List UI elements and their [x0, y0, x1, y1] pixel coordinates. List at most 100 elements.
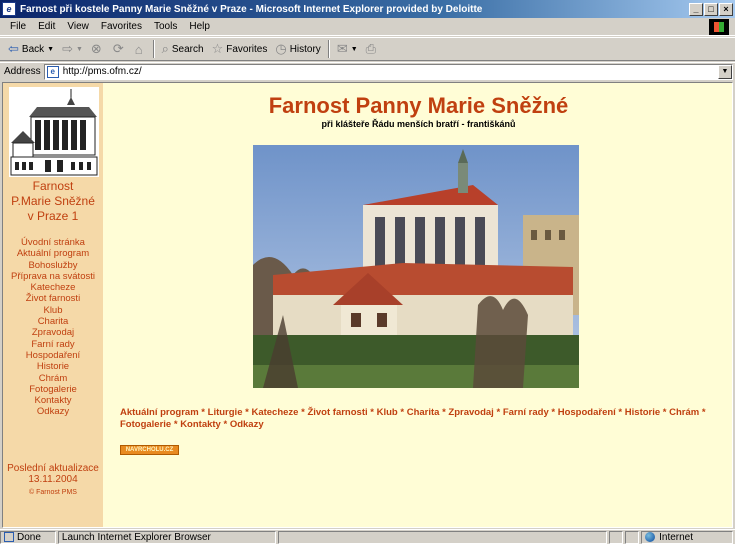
- window-controls: _ □ ×: [689, 2, 733, 16]
- toolbar-separator: [152, 40, 155, 58]
- address-dropdown-icon[interactable]: ▼: [718, 64, 732, 79]
- back-button[interactable]: ⇦ Back ▼: [4, 39, 58, 59]
- forward-button[interactable]: ⇨ ▼: [58, 39, 87, 59]
- parish-name-line: v Praze 1: [27, 209, 79, 223]
- sidebar: Farnost P.Marie Sněžné v Praze 1 Úvodní …: [3, 83, 103, 527]
- address-url: http://pms.ofm.cz/: [62, 66, 142, 77]
- menu-help[interactable]: Help: [183, 21, 216, 32]
- back-label: Back: [21, 43, 45, 55]
- minimize-button[interactable]: _: [689, 2, 703, 16]
- favorites-icon: ☆: [211, 41, 224, 56]
- bottom-link-zpravodaj[interactable]: Zpravodaj: [448, 407, 493, 418]
- nav-link-kontakty[interactable]: Kontakty: [3, 395, 103, 406]
- close-button[interactable]: ×: [719, 2, 733, 16]
- page-subtitle: při klášteře Řádu menších bratří - frant…: [321, 119, 516, 129]
- print-icon: ⎙: [365, 41, 377, 56]
- nav-link-chram[interactable]: Chrám: [3, 373, 103, 384]
- bottom-link-katecheze[interactable]: Katecheze: [251, 407, 298, 418]
- page-done-icon: [4, 532, 14, 542]
- bottom-link-klub[interactable]: Klub: [377, 407, 398, 418]
- maximize-button[interactable]: □: [704, 2, 718, 16]
- bottom-link-charita[interactable]: Charita: [407, 407, 440, 418]
- bottom-link-hospodareni[interactable]: Hospodaření: [558, 407, 616, 418]
- search-label: Search: [171, 43, 204, 55]
- counter-badge[interactable]: NAVRCHOLU.CZ: [120, 445, 179, 455]
- bottom-link-aktualni-program[interactable]: Aktuální program: [120, 407, 199, 418]
- bottom-nav: Aktuální program * Liturgie * Katecheze …: [120, 407, 706, 430]
- menu-favorites[interactable]: Favorites: [95, 21, 148, 32]
- last-update: Poslední aktualizace 13.11.2004: [3, 463, 103, 485]
- status-bar: Done Launch Internet Explorer Browser In…: [0, 529, 735, 544]
- window-title: Farnost při kostele Panny Marie Sněžné v…: [20, 3, 483, 15]
- status-empty-panel: [277, 530, 608, 544]
- nav-link-odkazy[interactable]: Odkazy: [3, 406, 103, 417]
- nav-link-zivot-farnosti[interactable]: Život farnosti: [3, 293, 103, 304]
- mail-button[interactable]: ✉ ▼: [333, 39, 362, 59]
- nav-link-katecheze[interactable]: Katecheze: [3, 282, 103, 293]
- internet-globe-icon: [645, 532, 656, 542]
- nav-link-aktualni-program[interactable]: Aktuální program: [3, 248, 103, 259]
- nav-link-uvodni-stranka[interactable]: Úvodní stránka: [3, 237, 103, 248]
- bottom-link-historie[interactable]: Historie: [625, 407, 660, 418]
- history-button[interactable]: ◷ History: [271, 39, 324, 59]
- menu-edit[interactable]: Edit: [32, 21, 61, 32]
- forward-arrow-icon: ⇨: [62, 41, 73, 56]
- parish-name-line: Farnost: [32, 179, 74, 193]
- nav-link-klub[interactable]: Klub: [3, 305, 103, 316]
- menu-file[interactable]: File: [4, 21, 32, 32]
- status-small-panel: [609, 530, 624, 544]
- bottom-link-zivot-farnosti[interactable]: Život farnosti: [307, 407, 367, 418]
- window-title-bar: e Farnost při kostele Panny Marie Sněžné…: [0, 0, 735, 18]
- stop-button[interactable]: ⊗: [87, 39, 109, 59]
- bottom-link-farni-rady[interactable]: Farní rady: [503, 407, 549, 418]
- nav-link-charita[interactable]: Charita: [3, 316, 103, 327]
- stop-icon: ⊗: [90, 41, 102, 56]
- status-small-panel: [625, 530, 640, 544]
- bottom-link-odkazy[interactable]: Odkazy: [230, 419, 264, 430]
- windows-logo-icon: [709, 19, 729, 35]
- bottom-link-fotogalerie[interactable]: Fotogalerie: [120, 419, 171, 430]
- search-button[interactable]: ⌕ Search: [158, 39, 208, 59]
- toolbar: ⇦ Back ▼ ⇨ ▼ ⊗ ⟳ ⌂ ⌕ Search ☆ Favorites …: [0, 37, 735, 61]
- address-input[interactable]: e http://pms.ofm.cz/ ▼: [43, 63, 733, 80]
- last-update-date: 13.11.2004: [28, 474, 78, 485]
- forward-dropdown-icon: ▼: [75, 45, 83, 53]
- copyright: © Farnost PMS: [29, 489, 77, 496]
- page-icon: e: [46, 65, 59, 78]
- nav-link-hospodareni[interactable]: Hospodaření: [3, 350, 103, 361]
- ie-icon: e: [2, 2, 16, 16]
- history-icon: ◷: [275, 41, 287, 56]
- nav-link-zpravodaj[interactable]: Zpravodaj: [3, 327, 103, 338]
- parish-name: Farnost P.Marie Sněžné v Praze 1: [3, 179, 103, 224]
- status-zone-panel: Internet: [641, 530, 733, 544]
- church-photo: [253, 145, 579, 388]
- bottom-link-kontakty[interactable]: Kontakty: [180, 419, 221, 430]
- parish-name-line: P.Marie Sněžné: [11, 194, 95, 208]
- back-arrow-icon: ⇦: [8, 41, 19, 56]
- page-viewport: Farnost P.Marie Sněžné v Praze 1 Úvodní …: [2, 82, 733, 528]
- menu-tools[interactable]: Tools: [148, 21, 183, 32]
- bottom-link-chram[interactable]: Chrám: [669, 407, 699, 418]
- sidebar-nav: Úvodní stránka Aktuální program Bohosluž…: [3, 237, 103, 418]
- refresh-button[interactable]: ⟳: [109, 39, 131, 59]
- favorites-button[interactable]: ☆ Favorites: [208, 39, 272, 59]
- address-bar: Address e http://pms.ofm.cz/ ▼: [0, 62, 735, 80]
- address-label: Address: [4, 66, 41, 77]
- bottom-link-liturgie[interactable]: Liturgie: [208, 407, 243, 418]
- nav-link-priprava[interactable]: Příprava na svátosti: [3, 271, 103, 282]
- nav-link-historie[interactable]: Historie: [3, 361, 103, 372]
- status-zone: Internet: [659, 531, 694, 543]
- mail-dropdown-icon: ▼: [350, 45, 358, 53]
- nav-link-fotogalerie[interactable]: Fotogalerie: [3, 384, 103, 395]
- back-dropdown-icon: ▼: [47, 45, 55, 53]
- nav-link-farni-rady[interactable]: Farní rady: [3, 339, 103, 350]
- menu-view[interactable]: View: [61, 21, 95, 32]
- print-button[interactable]: ⎙: [362, 39, 383, 59]
- status-state-panel: Done: [0, 530, 56, 544]
- status-message: Launch Internet Explorer Browser: [61, 531, 211, 543]
- nav-link-bohosluzby[interactable]: Bohoslužby: [3, 260, 103, 271]
- page-title: Farnost Panny Marie Sněžné: [268, 93, 569, 118]
- status-state: Done: [17, 531, 41, 543]
- home-button[interactable]: ⌂: [131, 39, 150, 59]
- favorites-label: Favorites: [226, 43, 268, 55]
